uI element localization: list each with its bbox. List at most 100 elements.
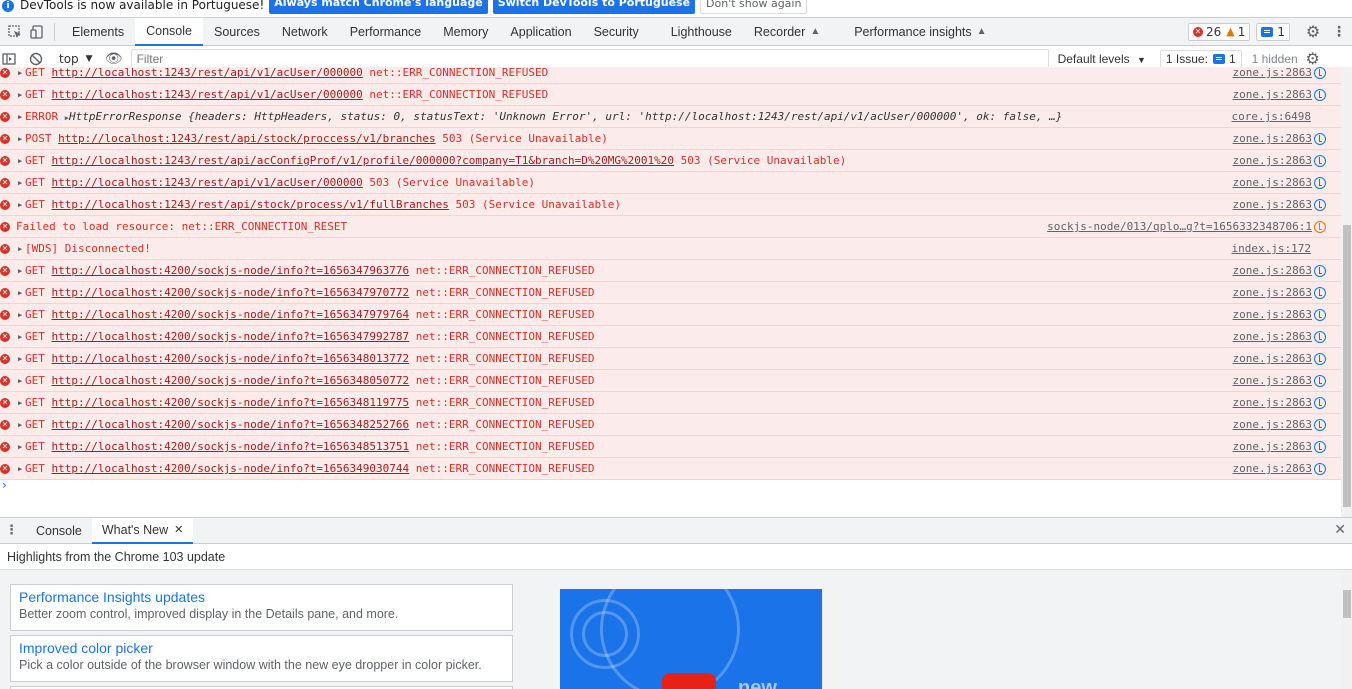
log-row[interactable]: ✕ ▶ GET http://localhost:4200/sockjs-nod… [0,458,1341,480]
console-settings-gear-icon[interactable]: ⚙ [1304,49,1322,68]
drawer-menu-icon[interactable]: ⋮ [5,523,18,538]
log-url[interactable]: http://localhost:4200/sockjs-node/info?t… [52,286,410,299]
log-url[interactable]: http://localhost:4200/sockjs-node/info?t… [52,308,410,321]
inspect-element-icon[interactable] [6,23,24,41]
switch-language-button[interactable]: Switch DevTools to Portuguese [492,0,696,14]
log-url[interactable]: http://localhost:1243/rest/api/acConfigP… [52,154,675,167]
log-url[interactable]: http://localhost:1243/rest/api/v1/acUser… [52,176,363,189]
log-url[interactable]: http://localhost:4200/sockjs-node/info?t… [52,462,410,475]
tab-performance[interactable]: Performance [339,18,433,46]
feature-card-title[interactable]: Performance Insights updates [19,589,504,605]
dont-show-again-button[interactable]: Don't show again [700,0,808,14]
log-source-link[interactable]: core.js:6498 [1232,110,1311,123]
settings-gear-icon[interactable]: ⚙ [1304,22,1322,41]
tab-lighthouse[interactable]: Lighthouse [650,18,743,46]
console-prompt-icon[interactable]: › [2,478,7,492]
log-row[interactable]: ✕ ▶ GET http://localhost:1243/rest/api/v… [0,67,1341,84]
expand-triangle-icon[interactable]: ▶ [18,201,22,209]
issues-button[interactable]: 1 Issue: 1 [1159,49,1242,68]
log-source-link[interactable]: zone.js:2863 [1233,67,1312,79]
messages-counter[interactable]: 1 [1256,22,1290,41]
show-sidebar-icon[interactable] [0,50,18,68]
log-source-link[interactable]: zone.js:2863 [1233,418,1312,431]
expand-triangle-icon[interactable]: ▶ [18,135,22,143]
log-row[interactable]: ✕ ▶ GET http://localhost:1243/rest/api/v… [0,172,1341,194]
feature-card-title[interactable]: Improved color picker [19,640,504,656]
feature-card[interactable]: Improved color picker Pick a color outsi… [10,635,513,682]
log-row[interactable]: ✕ ▶ GET http://localhost:4200/sockjs-nod… [0,370,1341,392]
expand-triangle-icon[interactable]: ▶ [18,333,22,341]
log-source-link[interactable]: zone.js:2863 [1233,374,1312,387]
clear-console-icon[interactable] [27,50,45,68]
expand-triangle-icon[interactable]: ▶ [18,245,22,253]
log-url[interactable]: http://localhost:4200/sockjs-node/info?t… [52,352,410,365]
close-drawer-icon[interactable]: ✕ [1334,522,1346,538]
tab-performance-insights[interactable]: Performance insights ▲ [831,18,997,46]
log-source-link[interactable]: index.js:172 [1232,242,1311,255]
tab-elements[interactable]: Elements [61,18,135,46]
expand-triangle-icon[interactable]: ▶ [18,465,22,473]
log-row[interactable]: ✕ ▶ [WDS] Disconnected! index.js:172 [0,238,1341,260]
expand-triangle-icon[interactable]: ▶ [18,377,22,385]
device-toolbar-icon[interactable] [28,23,46,41]
expand-triangle-icon[interactable]: ▶ [18,267,22,275]
context-selector[interactable]: top ▼ [59,52,93,66]
log-url[interactable]: http://localhost:1243/rest/api/stock/pro… [52,198,449,211]
log-url[interactable]: http://localhost:4200/sockjs-node/info?t… [52,330,410,343]
log-row[interactable]: ✕ ▶ POST http://localhost:1243/rest/api/… [0,128,1341,150]
log-source-link[interactable]: sockjs-node/013/qplo…g?t=1656332348706:1 [1047,220,1312,233]
expand-triangle-icon[interactable]: ▶ [18,113,22,121]
log-source-link[interactable]: zone.js:2863 [1233,132,1312,145]
expand-triangle-icon[interactable]: ▶ [18,399,22,407]
expand-triangle-icon[interactable]: ▶ [18,421,22,429]
log-source-link[interactable]: zone.js:2863 [1233,330,1312,343]
log-url[interactable]: http://localhost:4200/sockjs-node/info?t… [52,418,410,431]
console-log[interactable]: ✕ ▶ GET http://localhost:1243/rest/api/v… [0,67,1341,517]
log-row[interactable]: ✕ ▶ GET http://localhost:4200/sockjs-nod… [0,348,1341,370]
log-row[interactable]: ✕ ▶ GET http://localhost:1243/rest/api/s… [0,194,1341,216]
drawer-scrollbar-thumb[interactable] [1343,590,1351,618]
log-row[interactable]: ✕ ▶ GET http://localhost:4200/sockjs-nod… [0,414,1341,436]
log-source-link[interactable]: zone.js:2863 [1233,440,1312,453]
log-levels-dropdown[interactable]: Default levels ▼ [1058,52,1146,66]
expand-triangle-icon[interactable]: ▶ [18,157,22,165]
tab-console[interactable]: Console [135,17,203,46]
filter-input[interactable] [130,48,1049,69]
log-source-link[interactable]: zone.js:2863 [1233,88,1312,101]
log-url[interactable]: http://localhost:4200/sockjs-node/info?t… [52,264,410,277]
error-warning-counter[interactable]: ✕ 26 ▲ 1 [1187,22,1251,41]
drawer-scrollbar[interactable] [1341,570,1352,689]
video-thumbnail[interactable]: new [560,589,822,689]
log-object[interactable]: HttpErrorResponse {headers: HttpHeaders,… [69,110,1062,123]
log-source-link[interactable]: zone.js:2863 [1233,264,1312,277]
feature-card[interactable]: Performance Insights updates Better zoom… [10,584,513,631]
tab-memory[interactable]: Memory [432,18,499,46]
live-expression-eye-icon[interactable]: 👁 [105,50,123,68]
log-url[interactable]: http://localhost:4200/sockjs-node/info?t… [52,396,410,409]
log-row[interactable]: ✕ ▶ GET http://localhost:4200/sockjs-nod… [0,326,1341,348]
always-match-language-button[interactable]: Always match Chrome's language [269,0,488,14]
expand-triangle-icon[interactable]: ▶ [18,311,22,319]
log-source-link[interactable]: zone.js:2863 [1233,198,1312,211]
tab-recorder[interactable]: Recorder ▲ [743,18,831,46]
log-source-link[interactable]: zone.js:2863 [1233,176,1312,189]
log-row[interactable]: ✕ ▶ ERROR ▶HttpErrorResponse {headers: H… [0,106,1341,128]
log-row[interactable]: ✕ ▶ GET http://localhost:1243/rest/api/v… [0,84,1341,106]
expand-triangle-icon[interactable]: ▶ [18,443,22,451]
expand-triangle-icon[interactable]: ▶ [18,179,22,187]
more-options-icon[interactable]: ⋮ [1330,23,1348,41]
log-url[interactable]: http://localhost:1243/rest/api/stock/pro… [58,132,436,145]
tab-application[interactable]: Application [499,18,582,46]
expand-triangle-icon[interactable]: ▶ [18,91,22,99]
log-url[interactable]: http://localhost:4200/sockjs-node/info?t… [52,440,410,453]
log-url[interactable]: http://localhost:1243/rest/api/v1/acUser… [52,67,363,79]
log-source-link[interactable]: zone.js:2863 [1233,154,1312,167]
play-button-icon[interactable] [662,673,716,689]
tab-network[interactable]: Network [271,18,339,46]
expand-triangle-icon[interactable]: ▶ [18,355,22,363]
log-row[interactable]: ✕ ▶ GET http://localhost:4200/sockjs-nod… [0,304,1341,326]
drawer-tab-console[interactable]: Console [26,518,92,544]
log-row[interactable]: ✕ Failed to load resource: net::ERR_CONN… [0,216,1341,238]
log-source-link[interactable]: zone.js:2863 [1233,286,1312,299]
console-scrollbar-thumb[interactable] [1343,225,1351,507]
